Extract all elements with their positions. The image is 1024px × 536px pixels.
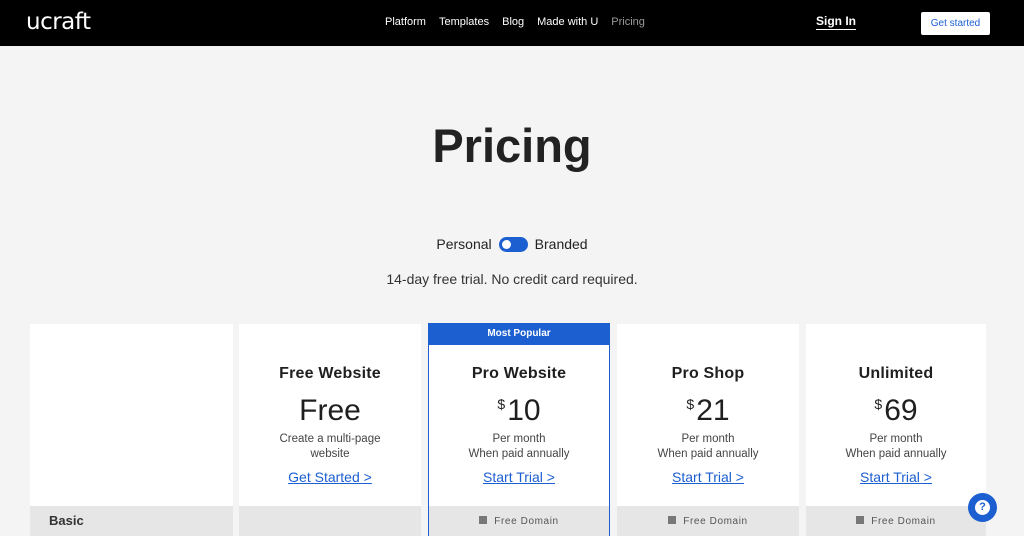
price-value: 10: [507, 394, 541, 427]
price-value: 21: [696, 394, 730, 427]
price-value: 69: [884, 394, 918, 427]
plan-type-toggle[interactable]: [498, 236, 528, 252]
plan-price: $69: [806, 394, 986, 428]
toggle-knob: [501, 239, 511, 249]
toggle-label-branded[interactable]: Branded: [535, 236, 588, 252]
plan-description: Create a multi-page website: [239, 432, 421, 462]
feature-label: Free Domain: [683, 515, 748, 527]
plan-card-pro-shop: Pro Shop $21 Per month When paid annuall…: [617, 324, 799, 536]
start-trial-link[interactable]: Start Trial >: [617, 469, 799, 485]
main-nav: Platform Templates Blog Made with U Pric…: [385, 16, 658, 28]
plan-type-toggle-row: Personal Branded: [0, 236, 1024, 252]
plan-description-line2: When paid annually: [657, 448, 759, 460]
feature-cell-empty: [239, 506, 421, 536]
plan-card-unlimited: Unlimited $69 Per month When paid annual…: [806, 324, 986, 536]
plan-price: $21: [617, 394, 799, 428]
plan-card-pro-website: Most Popular Pro Website $10 Per month W…: [428, 323, 610, 536]
plan-description: Per month When paid annually: [429, 432, 609, 462]
most-popular-badge: Most Popular: [428, 323, 610, 345]
page-title: Pricing: [432, 119, 592, 172]
nav-link-made-with-u[interactable]: Made with U: [537, 16, 598, 28]
currency-symbol: $: [686, 396, 695, 412]
nav-link-pricing[interactable]: Pricing: [611, 16, 645, 28]
nav-link-blog[interactable]: Blog: [502, 16, 524, 28]
feature-label: Free Domain: [494, 515, 559, 527]
top-navigation-bar: ucraft Platform Templates Blog Made with…: [0, 0, 1024, 46]
plan-name: Unlimited: [858, 365, 934, 382]
feature-label: Free Domain: [871, 515, 936, 527]
plan-name: Free Website: [279, 365, 381, 382]
plan-description: Per month When paid annually: [617, 432, 799, 462]
plan-description: Per month When paid annually: [806, 432, 986, 462]
nav-link-templates[interactable]: Templates: [439, 16, 489, 28]
gift-icon: [856, 516, 865, 524]
price-value: Free: [299, 394, 361, 427]
plan-name: Pro Website: [471, 365, 567, 382]
currency-symbol: $: [497, 396, 506, 412]
feature-cell-free-domain: Free Domain: [617, 506, 799, 536]
plan-card-free-website: Free Website Free Create a multi-page we…: [239, 324, 421, 536]
start-trial-link[interactable]: Start Trial >: [429, 469, 609, 485]
gift-icon: [668, 516, 677, 524]
features-header-card: [30, 324, 233, 536]
plan-description-line2: website: [310, 448, 350, 460]
nav-link-platform[interactable]: Platform: [385, 16, 426, 28]
plan-description-line2: When paid annually: [468, 448, 570, 460]
plan-description-line1: Per month: [869, 433, 923, 445]
start-trial-link[interactable]: Start Trial >: [806, 469, 986, 485]
plan-price: Free: [239, 394, 421, 428]
ucraft-logo[interactable]: ucraft: [26, 9, 91, 35]
plan-price: $10: [429, 394, 609, 428]
plan-name: Pro Shop: [671, 365, 745, 382]
plan-description-line1: Create a multi-page: [279, 433, 381, 445]
sign-in-link[interactable]: Sign In: [816, 14, 856, 30]
plan-description-line1: Per month: [492, 433, 546, 445]
trial-note: 14-day free trial. No credit card requir…: [386, 271, 638, 287]
feature-cell-free-domain: Free Domain: [806, 506, 986, 536]
plan-description-line1: Per month: [681, 433, 735, 445]
help-chat-button[interactable]: ?: [968, 493, 997, 522]
plan-description-line2: When paid annually: [845, 448, 947, 460]
gift-icon: [479, 516, 488, 524]
feature-cell-free-domain: Free Domain: [429, 506, 609, 536]
toggle-label-personal[interactable]: Personal: [436, 236, 491, 252]
get-started-button[interactable]: Get started: [921, 12, 990, 35]
feature-category-basic: Basic: [30, 506, 233, 536]
get-started-link[interactable]: Get Started >: [239, 469, 421, 485]
currency-symbol: $: [874, 396, 883, 412]
question-icon: ?: [975, 500, 990, 515]
